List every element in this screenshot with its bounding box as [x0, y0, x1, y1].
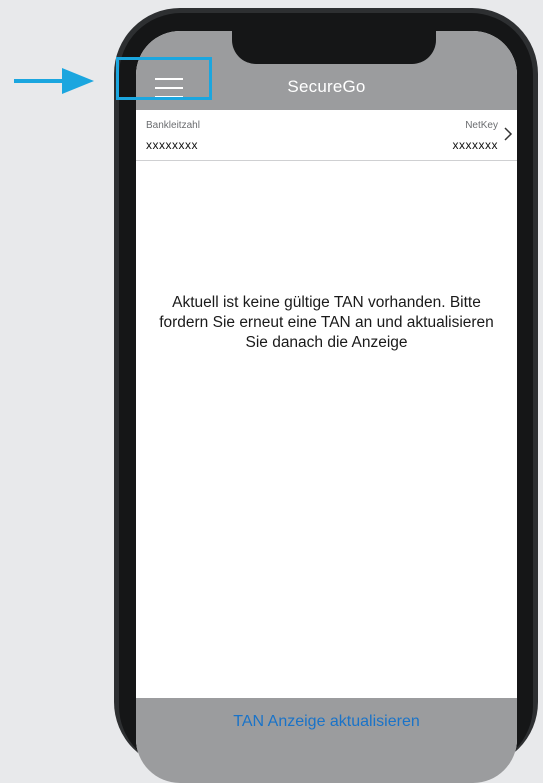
phone-screen: SecureGo Bankleitzahl xxxxxxxx NetKey xx… — [136, 31, 517, 783]
pointer-arrow-icon — [14, 68, 94, 94]
netkey-value: xxxxxxx — [452, 138, 498, 152]
menu-highlight-box — [116, 57, 212, 100]
phone-notch — [232, 31, 436, 64]
no-tan-message: Aktuell ist keine gültige TAN vorhanden.… — [159, 294, 494, 351]
refresh-tan-button[interactable]: TAN Anzeige aktualisieren — [136, 713, 517, 731]
bank-code-value: xxxxxxxx — [146, 138, 198, 152]
account-row[interactable]: Bankleitzahl xxxxxxxx NetKey xxxxxxx — [136, 110, 517, 161]
chevron-right-icon[interactable] — [503, 126, 513, 142]
netkey-label: NetKey — [465, 120, 498, 131]
phone-frame: SecureGo Bankleitzahl xxxxxxxx NetKey xx… — [114, 8, 538, 783]
bank-code-label: Bankleitzahl — [146, 120, 200, 131]
phone-bezel: SecureGo Bankleitzahl xxxxxxxx NetKey xx… — [119, 13, 533, 783]
footer-bar: TAN Anzeige aktualisieren — [136, 698, 517, 783]
